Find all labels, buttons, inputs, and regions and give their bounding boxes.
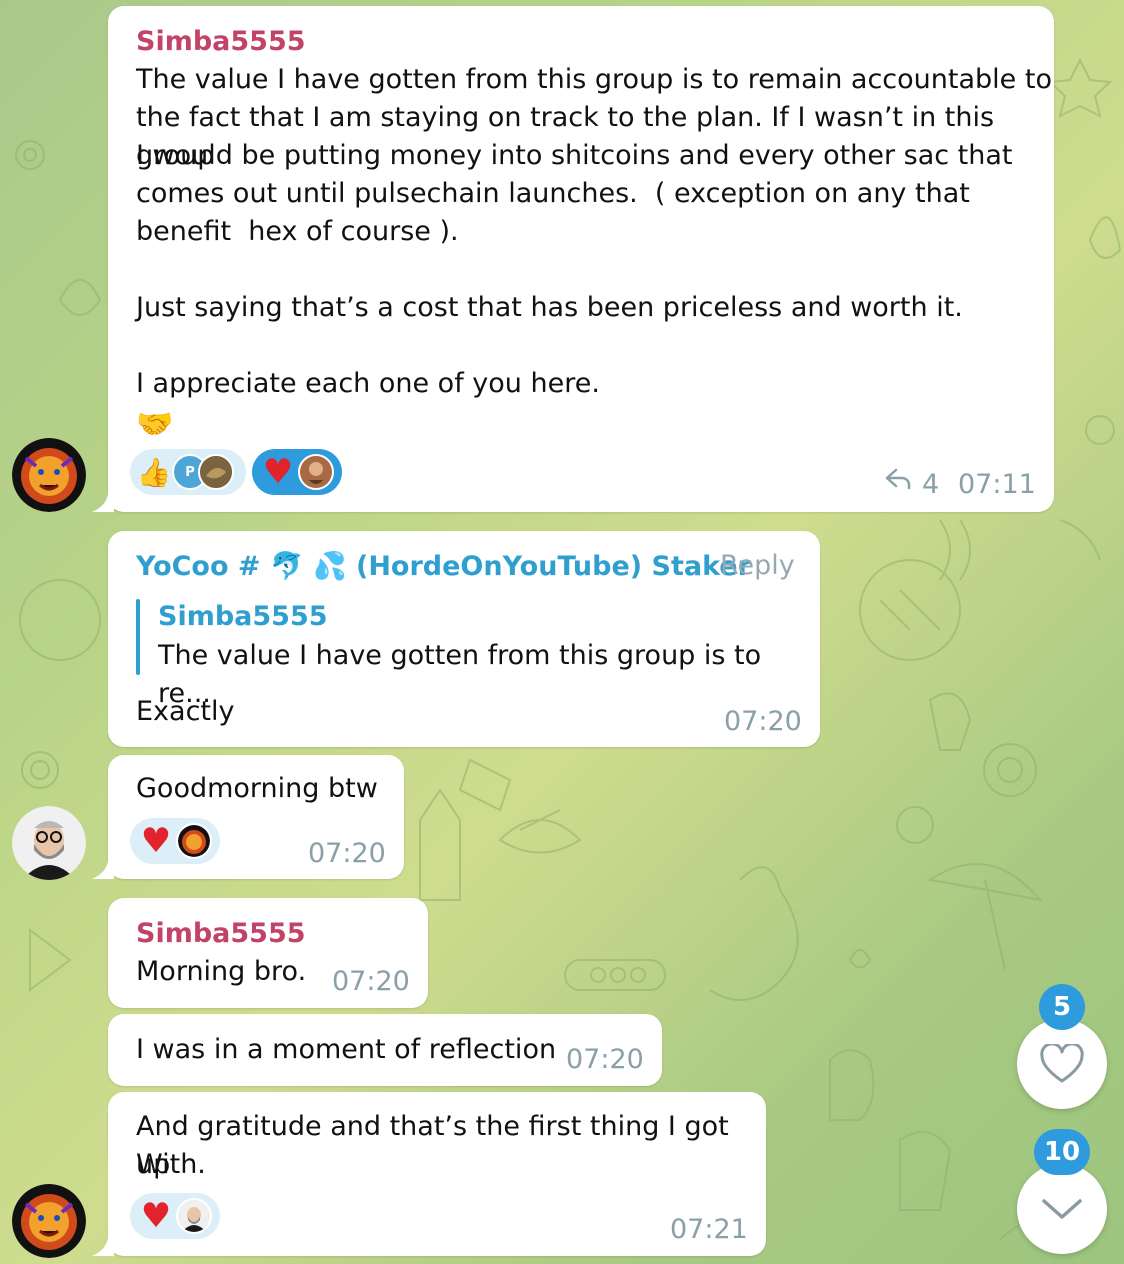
heart-icon: ♥	[140, 821, 172, 861]
avatar-man-glasses[interactable]	[12, 806, 86, 880]
bubble-tail	[92, 494, 114, 512]
message-time: 07:20	[332, 966, 410, 997]
quoted-text[interactable]: The value I have gotten from this group …	[158, 637, 820, 713]
bubble-tail	[92, 861, 114, 879]
message-line: With.	[136, 1149, 206, 1180]
reply-button[interactable]: Reply	[720, 550, 795, 581]
heart-icon: ♥	[262, 452, 294, 492]
avatar-simba[interactable]	[12, 1184, 86, 1258]
message-time: 07:20	[724, 706, 802, 737]
thumbs-up-icon: 👍	[136, 455, 172, 489]
reply-arrow-icon[interactable]	[884, 467, 912, 498]
message-bubble-simba-long[interactable]: Simba5555 The value I have gotten from t…	[108, 6, 1054, 512]
unread-count-badge: 10	[1034, 1129, 1090, 1175]
message-line: benefit hex of course ).	[136, 216, 459, 247]
heart-outline-icon	[1040, 1044, 1084, 1083]
message-bubble-yocoo[interactable]: YoCoo # 🐬 💦 (HordeOnYouTube) Staker Repl…	[108, 531, 820, 747]
sender-name[interactable]: Simba5555	[136, 918, 306, 949]
chevron-down-icon	[1042, 1199, 1082, 1219]
message-time: 07:20	[566, 1044, 644, 1075]
heart-icon: ♥	[140, 1196, 172, 1236]
quoted-sender[interactable]: Simba5555	[158, 601, 328, 632]
message-text: Morning bro.	[136, 956, 307, 987]
avatar-man	[298, 454, 334, 490]
avatar-simba-mini	[176, 823, 212, 859]
message-time: 07:21	[670, 1214, 748, 1245]
message-line: And gratitude and that’s the first thing…	[136, 1111, 738, 1180]
message-text: I was in a moment of reflection	[136, 1034, 557, 1065]
replies-count[interactable]: 4	[922, 469, 939, 500]
reaction-thumbs-up[interactable]: 👍 P	[130, 449, 246, 495]
sender-name[interactable]: Simba5555	[136, 26, 306, 57]
avatar-p-letter: P	[185, 464, 195, 480]
message-line: The value I have gotten from this group …	[136, 64, 1052, 95]
reaction-heart[interactable]: ♥	[130, 818, 220, 864]
message-bubble-morning-bro[interactable]: Simba5555 Morning bro. 07:20	[108, 898, 428, 1008]
message-line: I appreciate each one of you here.	[136, 368, 600, 399]
message-text: Exactly	[136, 696, 235, 727]
bubble-tail	[92, 1238, 114, 1256]
reactions-count-badge: 5	[1039, 984, 1085, 1030]
sender-name[interactable]: YoCoo # 🐬 💦 (HordeOnYouTube) Staker	[136, 550, 751, 582]
reaction-heart[interactable]: ♥	[252, 449, 342, 495]
message-bubble-gratitude[interactable]: And gratitude and that’s the first thing…	[108, 1092, 766, 1256]
message-line: Just saying that’s a cost that has been …	[136, 292, 963, 323]
message-bubble-goodmorning[interactable]: Goodmorning btw ♥ 07:20	[108, 755, 404, 879]
message-bubble-reflection[interactable]: I was in a moment of reflection 07:20	[108, 1014, 662, 1086]
avatar-simba[interactable]	[12, 438, 86, 512]
quote-bar	[136, 599, 140, 675]
message-line: comes out until pulsechain launches. ( e…	[136, 178, 970, 209]
avatar-bird	[198, 454, 234, 490]
reactions-jump-button[interactable]	[1017, 1019, 1107, 1109]
handshake-emoji: 🤝	[136, 407, 174, 442]
avatar-man-glasses-mini	[176, 1198, 212, 1234]
message-time: 07:20	[308, 838, 386, 869]
message-time: 07:11	[958, 469, 1036, 500]
message-text: Goodmorning btw	[136, 773, 378, 804]
scroll-down-button[interactable]	[1017, 1164, 1107, 1254]
message-line: I would be putting money into shitcoins …	[136, 140, 1013, 171]
reaction-heart[interactable]: ♥	[130, 1193, 220, 1239]
